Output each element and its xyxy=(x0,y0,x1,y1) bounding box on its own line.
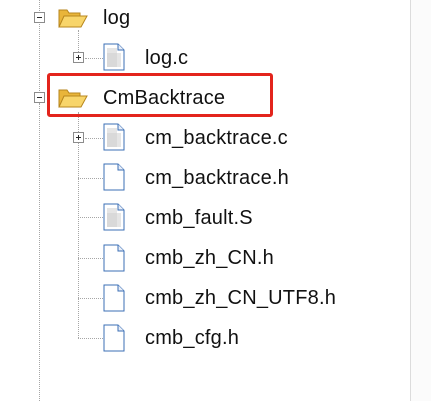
node-label: cmb_zh_CN.h xyxy=(145,247,274,269)
node-label: log xyxy=(103,7,131,29)
tree-line xyxy=(39,0,40,11)
c-source-file-icon xyxy=(103,123,125,151)
node-label: cmb_fault.S xyxy=(145,207,253,229)
tree-line xyxy=(78,298,103,299)
node-label: cm_backtrace.h xyxy=(145,167,289,189)
collapse-toggle[interactable] xyxy=(34,92,45,103)
open-folder-icon xyxy=(58,9,88,28)
collapse-toggle[interactable] xyxy=(34,12,45,23)
expand-toggle[interactable] xyxy=(73,132,84,143)
node-label: CmBacktrace xyxy=(103,87,226,109)
node-label: log.c xyxy=(145,47,189,69)
tree-line xyxy=(85,58,103,59)
node-label: cmb_cfg.h xyxy=(145,327,240,349)
project-tree: log log.c CmBacktrace cm_backtrace.c cm_… xyxy=(0,0,431,401)
node-label: cm_backtrace.c xyxy=(145,127,288,149)
tree-line xyxy=(85,138,103,139)
header-file-icon xyxy=(103,284,125,312)
header-file-icon xyxy=(103,163,125,191)
tree-line xyxy=(39,103,40,401)
tree-line xyxy=(78,30,79,54)
expand-toggle[interactable] xyxy=(73,52,84,63)
open-folder-icon xyxy=(58,89,88,108)
tree-line xyxy=(78,217,103,218)
node-label: cmb_zh_CN_UTF8.h xyxy=(145,287,337,309)
header-file-icon xyxy=(103,244,125,272)
header-file-icon xyxy=(103,324,125,352)
tree-line xyxy=(78,178,103,179)
tree-line xyxy=(78,258,103,259)
tree-line xyxy=(78,112,79,338)
tree-line xyxy=(78,338,103,339)
tree-line xyxy=(39,24,40,95)
asm-file-icon xyxy=(103,203,125,231)
panel-edge xyxy=(410,0,431,401)
c-source-file-icon xyxy=(103,43,125,71)
